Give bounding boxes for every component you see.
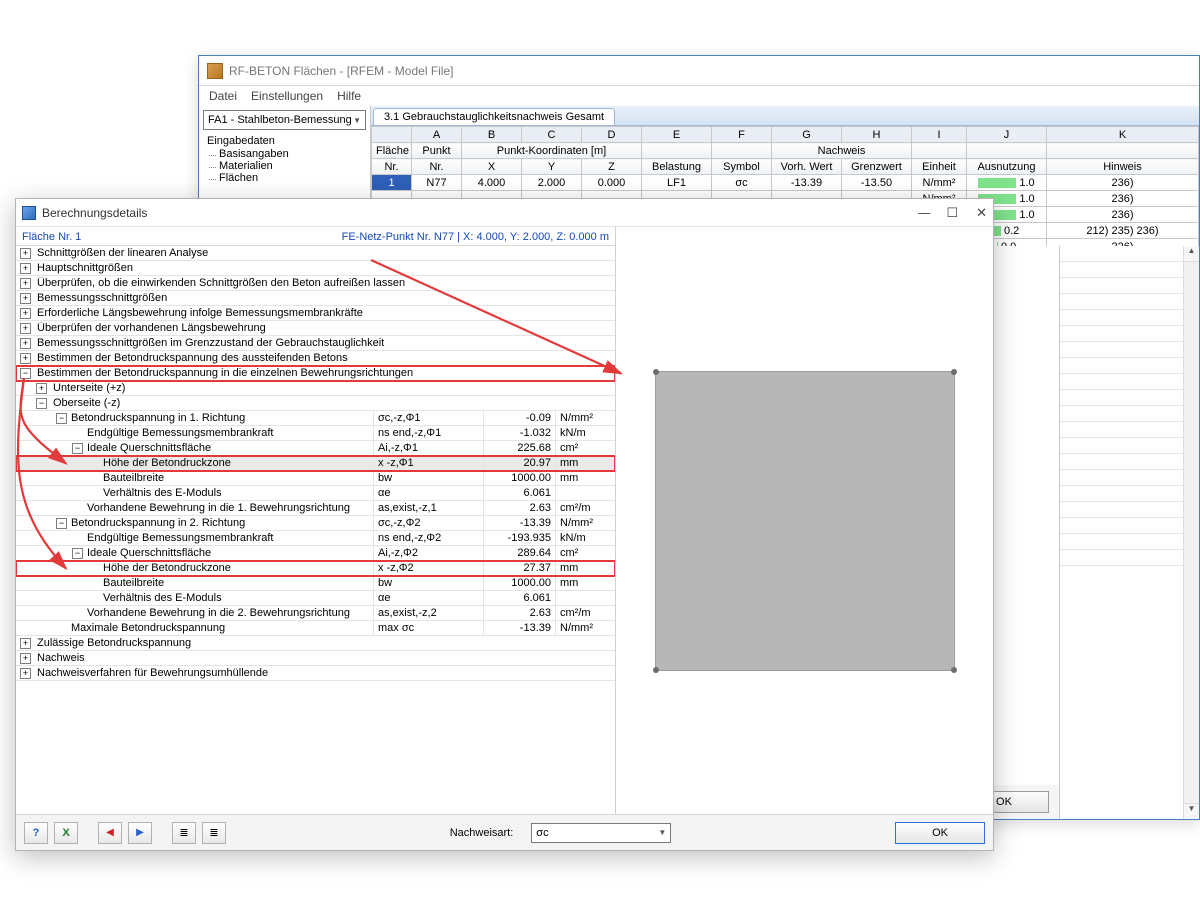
- expand-toggle[interactable]: −: [56, 413, 67, 424]
- expand-toggle[interactable]: −: [36, 398, 47, 409]
- value-row[interactable]: Verhältnis des E-Modulsαe6.061: [16, 591, 615, 606]
- value-row[interactable]: Endgültige Bemessungsmembrankraftns end,…: [16, 426, 615, 441]
- tree-row[interactable]: −Bestimmen der Betondruckspannung in die…: [16, 366, 615, 381]
- tree-row[interactable]: +Unterseite (+z): [16, 381, 615, 396]
- tree-row[interactable]: +Zulässige Betondruckspannung: [16, 636, 615, 651]
- next-button[interactable]: ▶: [128, 822, 152, 844]
- main-title: RF-BETON Flächen - [RFEM - Model File]: [229, 64, 453, 78]
- details-tree-panel: Fläche Nr. 1 FE-Netz-Punkt Nr. N77 | X: …: [16, 227, 616, 814]
- tree-row[interactable]: +Nachweisverfahren für Bewehrungsumhülle…: [16, 666, 615, 681]
- value-row[interactable]: −Betondruckspannung in 2. Richtungσc,-z,…: [16, 516, 615, 531]
- tree-row[interactable]: +Hauptschnittgrößen: [16, 261, 615, 276]
- tree-row[interactable]: +Schnittgrößen der linearen Analyse: [16, 246, 615, 261]
- maximize-icon[interactable]: ☐: [946, 205, 958, 221]
- value-row[interactable]: −Ideale QuerschnittsflächeAi,-z,Φ2289.64…: [16, 546, 615, 561]
- value-row[interactable]: −Ideale QuerschnittsflächeAi,-z,Φ1225.68…: [16, 441, 615, 456]
- tree-row[interactable]: −Oberseite (-z): [16, 396, 615, 411]
- expand-toggle[interactable]: −: [72, 548, 83, 559]
- menu-hilfe[interactable]: Hilfe: [337, 89, 361, 103]
- chevron-down-icon: ▼: [658, 828, 666, 837]
- case-select[interactable]: FA1 - Stahlbeton-Bemessung ▼: [203, 110, 366, 130]
- value-row[interactable]: Maximale Betondruckspannungmax σc-13.39N…: [16, 621, 615, 636]
- close-icon[interactable]: ✕: [976, 205, 987, 221]
- menu-einstellungen[interactable]: Einstellungen: [251, 89, 323, 103]
- details-head-left: Fläche Nr. 1: [22, 231, 81, 243]
- value-row[interactable]: Endgültige Bemessungsmembrankraftns end,…: [16, 531, 615, 546]
- scroll-up-icon[interactable]: ▲: [1184, 246, 1199, 262]
- details-titlebar[interactable]: Berechnungsdetails –– ☐ ✕: [16, 199, 993, 227]
- tree-row[interactable]: +Bestimmen der Betondruckspannung des au…: [16, 351, 615, 366]
- details-window: Berechnungsdetails –– ☐ ✕ Fläche Nr. 1 F…: [15, 198, 994, 851]
- tree-materialien[interactable]: Materialien: [205, 160, 370, 172]
- result-list[interactable]: ▲ ▼: [1059, 246, 1199, 819]
- tree-root[interactable]: Eingabedaten: [205, 134, 370, 148]
- nachweisart-select[interactable]: σc ▼: [531, 823, 671, 843]
- slab-element: [655, 371, 955, 671]
- value-row[interactable]: Vorhandene Bewehrung in die 2. Bewehrung…: [16, 606, 615, 621]
- table-row[interactable]: 1N774.0002.0000.000LF1σc-13.39-13.50N/mm…: [372, 175, 1199, 191]
- details-graphic[interactable]: [616, 227, 993, 814]
- tree-row[interactable]: +Bemessungsschnittgrößen im Grenzzustand…: [16, 336, 615, 351]
- expand-toggle[interactable]: −: [72, 443, 83, 454]
- expand-toggle[interactable]: +: [20, 338, 31, 349]
- tree-row[interactable]: +Nachweis: [16, 651, 615, 666]
- main-titlebar[interactable]: RF-BETON Flächen - [RFEM - Model File]: [199, 56, 1199, 86]
- case-select-value: FA1 - Stahlbeton-Bemessung: [208, 114, 352, 126]
- tree-row[interactable]: +Überprüfen, ob die einwirkenden Schnitt…: [16, 276, 615, 291]
- value-row[interactable]: Vorhandene Bewehrung in die 1. Bewehrung…: [16, 501, 615, 516]
- value-row[interactable]: Höhe der Betondruckzonex -z,Φ227.37mm: [16, 561, 615, 576]
- list2-button[interactable]: ≣: [202, 822, 226, 844]
- details-ok-button[interactable]: OK: [895, 822, 985, 844]
- tree-flaechen[interactable]: Flächen: [205, 172, 370, 184]
- details-head-right: FE-Netz-Punkt Nr. N77 | X: 4.000, Y: 2.0…: [342, 231, 609, 243]
- excel-export-button[interactable]: X: [54, 822, 78, 844]
- result-tabstrip[interactable]: 3.1 Gebrauchstauglichkeitsnachweis Gesam…: [371, 106, 1199, 126]
- app-icon: [207, 63, 223, 79]
- tree-row[interactable]: +Überprüfen der vorhandenen Längsbewehru…: [16, 321, 615, 336]
- expand-toggle[interactable]: −: [56, 518, 67, 529]
- menu-datei[interactable]: Datei: [209, 89, 237, 103]
- value-row[interactable]: Verhältnis des E-Modulsαe6.061: [16, 486, 615, 501]
- value-row[interactable]: −Betondruckspannung in 1. Richtungσc,-z,…: [16, 411, 615, 426]
- expand-toggle[interactable]: +: [20, 353, 31, 364]
- value-row[interactable]: Bauteilbreitebw1000.00mm: [16, 471, 615, 486]
- tree-row[interactable]: +Erforderliche Längsbewehrung infolge Be…: [16, 306, 615, 321]
- value-row[interactable]: Höhe der Betondruckzonex -z,Φ120.97mm: [16, 456, 615, 471]
- expand-toggle[interactable]: +: [20, 263, 31, 274]
- expand-toggle[interactable]: −: [20, 368, 31, 379]
- list1-button[interactable]: ≣: [172, 822, 196, 844]
- minimize-icon[interactable]: ––: [918, 205, 928, 221]
- details-footer: ? X ◀ ▶ ≣ ≣ Nachweisart: σc ▼ OK: [16, 814, 993, 850]
- tree-basisangaben[interactable]: Basisangaben: [205, 148, 370, 160]
- main-menubar[interactable]: Datei Einstellungen Hilfe: [199, 86, 1199, 106]
- expand-toggle[interactable]: +: [20, 323, 31, 334]
- value-row[interactable]: Bauteilbreitebw1000.00mm: [16, 576, 615, 591]
- nachweisart-label: Nachweisart:: [450, 827, 514, 839]
- expand-toggle[interactable]: +: [20, 308, 31, 319]
- details-title: Berechnungsdetails: [42, 206, 147, 220]
- expand-toggle[interactable]: +: [36, 383, 47, 394]
- details-icon: [22, 206, 36, 220]
- chevron-down-icon: ▼: [353, 116, 361, 125]
- expand-toggle[interactable]: +: [20, 668, 31, 679]
- scrollbar[interactable]: ▲ ▼: [1183, 246, 1199, 819]
- expand-toggle[interactable]: +: [20, 638, 31, 649]
- expand-toggle[interactable]: +: [20, 293, 31, 304]
- nachweisart-value: σc: [536, 827, 548, 839]
- details-tree[interactable]: +Schnittgrößen der linearen Analyse+Haup…: [16, 245, 615, 814]
- help-button[interactable]: ?: [24, 822, 48, 844]
- tab-sls[interactable]: 3.1 Gebrauchstauglichkeitsnachweis Gesam…: [373, 108, 615, 125]
- scroll-down-icon[interactable]: ▼: [1184, 803, 1199, 819]
- expand-toggle[interactable]: +: [20, 248, 31, 259]
- expand-toggle[interactable]: +: [20, 278, 31, 289]
- expand-toggle[interactable]: +: [20, 653, 31, 664]
- prev-button[interactable]: ◀: [98, 822, 122, 844]
- tree-row[interactable]: +Bemessungsschnittgrößen: [16, 291, 615, 306]
